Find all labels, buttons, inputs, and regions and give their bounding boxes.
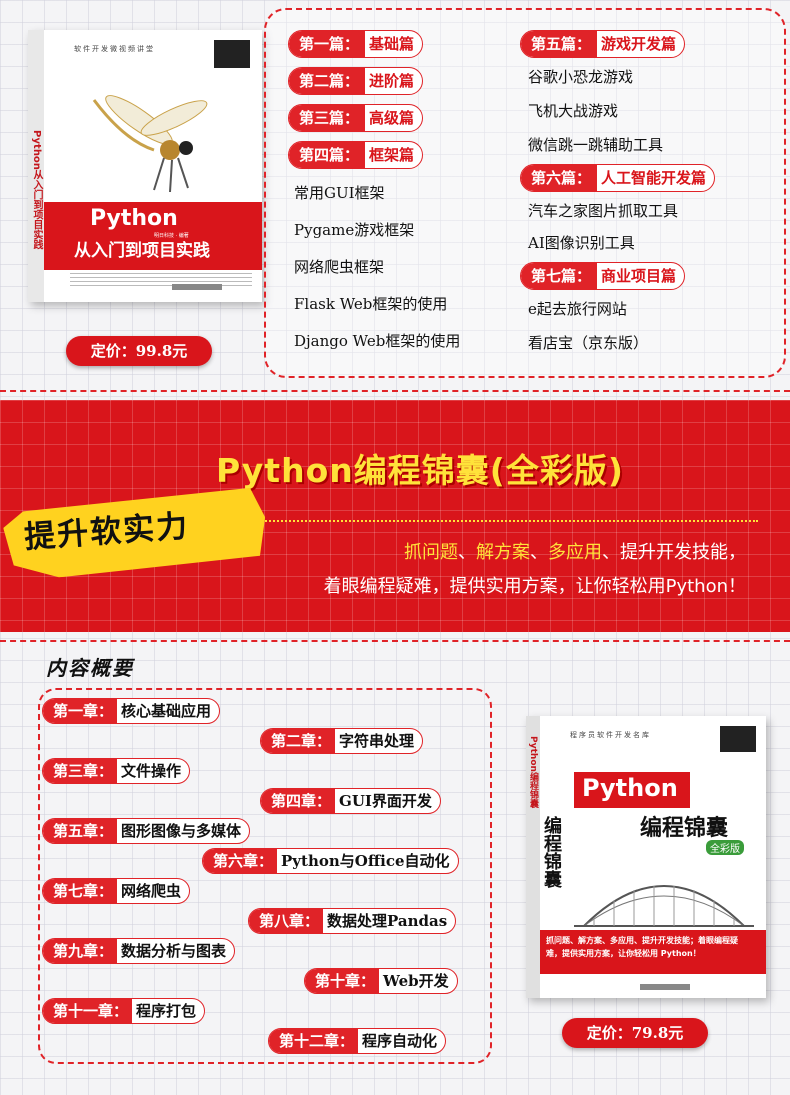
chapter-label-12: 第十二章： 程序自动化 [268,1028,447,1054]
chapter-label-9: 第九章： 数据分析与图表 [42,938,236,964]
dragonfly-illustration [92,95,208,193]
chapter-label-2: 第二章： 字符串处理 [260,728,424,754]
part6-item: AI图像识别工具 [528,234,635,252]
chapter-label-5: 第五章： 图形图像与多媒体 [42,818,251,844]
publisher-mark [172,284,222,290]
book-spine-text: Python从入门到项目实践 [31,130,42,250]
part-label-4: 第四篇： 框架篇 [288,141,424,169]
banner-tagline-1: 抓问题、解方案、多应用、提升开发技能， [404,542,746,563]
part-label-6: 第六篇： 人工智能开发篇 [520,164,716,192]
chapter-label-8: 第八章： 数据处理Pandas [248,908,457,934]
book-cover-python-toolkit: Python编程锦囊 程序员软件开发名库 Python 编程锦囊 编程锦囊 全彩… [526,716,766,998]
part4-item: 网络爬虫框架 [294,258,385,276]
part7-item: 看店宝（京东版） [528,334,649,352]
chapter-label-1: 第一章： 核心基础应用 [42,698,221,724]
cover-band-text: 抓问题、解方案、多应用、提升开发技能；着眼编程疑难，提供实用方案，让你轻松用 P… [546,936,738,958]
chapter-label-4: 第四章： GUI界面开发 [260,788,441,814]
publisher-mark [640,984,690,990]
chapter-label-7: 第七章： 网络爬虫 [42,878,191,904]
book-cover-python-intro: Python从入门到项目实践 软件开发微视频讲堂 Python 明日科技 · 编… [28,30,262,302]
part-label-7: 第七篇： 商业项目篇 [520,262,686,290]
chapter-label-3: 第三章： 文件操作 [42,758,191,784]
chapter-label-11: 第十一章： 程序打包 [42,998,206,1024]
overview-heading: 内容概要 [46,656,134,680]
chapter-label-10: 第十章： Web开发 [304,968,458,994]
color-edition-badge: 全彩版 [706,840,744,855]
part5-item: 微信跳一跳辅助工具 [528,136,664,154]
price-tag-book2: 定价：79.8元 [562,1018,708,1048]
chapters-box: 第一章： 核心基础应用 第二章： 字符串处理 第三章： 文件操作 第四章： GUI界面开… [38,688,492,1064]
book-title-en: Python [582,774,678,802]
part4-item: 常用GUI框架 [294,184,385,202]
part-label-5: 第五篇： 游戏开发篇 [520,30,686,58]
book-title-vertical: 编程锦囊 [541,816,562,888]
divider-bottom [0,640,790,642]
part4-item: Pygame游戏框架 [294,221,415,239]
bridge-illustration [574,885,754,927]
part-label-3: 第三篇： 高级篇 [288,104,424,132]
part5-item: 谷歌小恐龙游戏 [528,68,634,86]
book-title-en: Python [90,206,178,231]
part6-item: 汽车之家图片抓取工具 [528,202,679,220]
cover-blurb [70,270,252,286]
book-title-cn: 编程锦囊 [640,816,729,841]
price-tag-book1: 定价：99.8元 [66,336,212,366]
banner-tagline-2: 着眼编程疑难，提供实用方案，让你轻松用Python！ [323,576,746,597]
part7-item: e起去旅行网站 [528,300,627,318]
book-series: 软件开发微视频讲堂 [74,45,155,53]
publisher-logo [720,726,756,752]
part4-item: Flask Web框架的使用 [294,295,448,313]
banner-title: Python编程锦囊(全彩版) [216,451,624,490]
book-title-cn: 从入门到项目实践 [74,241,210,261]
publisher-logo [214,40,250,68]
part-label-2: 第二篇： 进阶篇 [288,67,424,95]
book1-outline-box: 第一篇： 基础篇 第二篇： 进阶篇 第三篇： 高级篇 第四篇： 框架篇 常用GUI框架 … [264,8,786,378]
banner-dotted-rule [258,520,758,522]
promo-banner: Python编程锦囊(全彩版) 提升软实力 抓问题、解方案、多应用、提升开发技能… [0,400,790,632]
part-label-1: 第一篇： 基础篇 [288,30,424,58]
chapter-label-6: 第六章： Python与Office自动化 [202,848,459,874]
book-series: 程序员软件开发名库 [570,731,651,739]
part4-item: Django Web框架的使用 [294,332,461,350]
divider-top [0,390,790,392]
part5-item: 飞机大战游戏 [528,102,619,120]
